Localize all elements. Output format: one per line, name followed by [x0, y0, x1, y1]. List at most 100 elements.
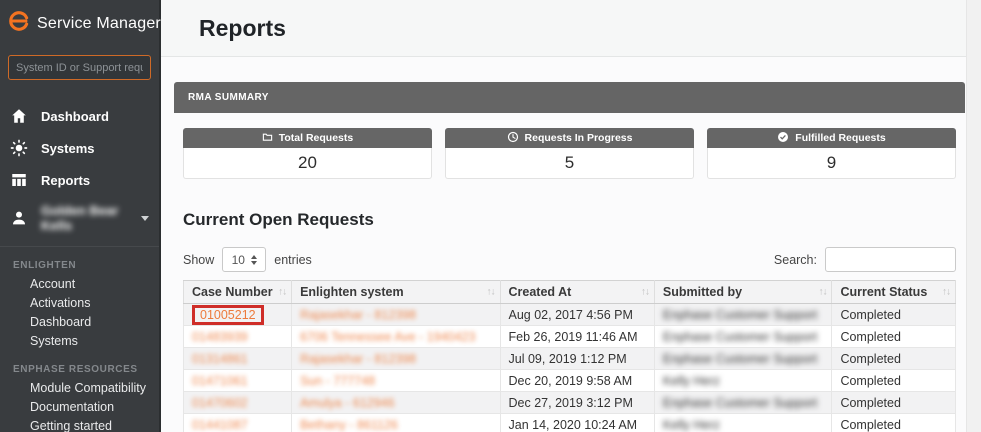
- submitted-by-cell: Kelly Herz: [662, 417, 720, 432]
- card-label: Total Requests: [278, 132, 354, 144]
- enlighten-system-link[interactable]: Rajasekhar - 812398: [300, 352, 416, 366]
- sidebar-item-reports[interactable]: Reports: [0, 164, 159, 196]
- requests-table: Case Number ↑↓ Enlighten system ↑↓ Created…: [182, 280, 956, 432]
- annotation-highlight-box: 01441087: [192, 418, 248, 432]
- sidebar-item-label: Systems: [41, 140, 95, 156]
- reports-icon: [10, 171, 28, 189]
- case-number-link[interactable]: 01005212: [200, 308, 256, 322]
- enlighten-system-link[interactable]: Rajasekhar - 812398: [300, 308, 416, 322]
- case-number-link[interactable]: 01470602: [192, 396, 248, 410]
- page-title: Reports: [199, 14, 286, 41]
- sun-icon: [10, 139, 28, 157]
- case-number-link[interactable]: 01471061: [192, 374, 248, 388]
- user-name: Golden Bear Kells: [41, 203, 119, 233]
- table-row: 01483939 6706 Tennessee Ave - 1940423 Fe…: [182, 325, 956, 348]
- content: RMA SUMMARY Total Requests 20 Requests I…: [161, 57, 981, 432]
- created-at-cell: Jul 09, 2019 1:12 PM: [508, 351, 627, 366]
- system-search-input[interactable]: [8, 55, 151, 80]
- submitted-by-cell: Enphase Customer Support: [662, 395, 818, 410]
- sidebar-item-getting-started[interactable]: Getting started: [0, 417, 159, 432]
- sidebar-item-label: Reports: [41, 172, 91, 188]
- column-header-created-at[interactable]: Created At ↑↓: [499, 280, 655, 304]
- column-header-submitted-by[interactable]: Submitted by ↑↓: [653, 280, 833, 304]
- main-content: Reports RMA SUMMARY Total Requests 20 Re…: [161, 0, 981, 432]
- annotation-highlight-box: 01005212: [192, 304, 264, 325]
- page-size-control: Show 10 entries: [183, 247, 312, 272]
- summary-cards: Total Requests 20 Requests In Progress 5: [183, 128, 956, 179]
- annotation-highlight-box: 01314861: [192, 352, 248, 366]
- sidebar: Service Manager Dashboard Systems Report…: [0, 0, 161, 432]
- created-at-cell: Jan 14, 2020 10:24 AM: [508, 417, 638, 432]
- sidebar-item-activations[interactable]: Activations: [0, 294, 159, 313]
- column-header-case-number[interactable]: Case Number ↑↓: [182, 280, 293, 304]
- sidebar-item-enlighten-dashboard[interactable]: Dashboard: [0, 313, 159, 332]
- enphase-logo-icon: [8, 10, 30, 37]
- sidebar-item-account-menu[interactable]: Golden Bear Kells: [0, 196, 159, 240]
- current-status-cell: Completed: [840, 373, 901, 388]
- section-title: ENLIGHTEN: [13, 260, 77, 271]
- sidebar-section-enlighten: ENLIGHTEN Account Activations Dashboard …: [0, 247, 159, 351]
- column-header-enlighten-system[interactable]: Enlighten system ↑↓: [291, 280, 501, 304]
- enlighten-system-link[interactable]: 6706 Tennessee Ave - 1940423: [300, 330, 475, 344]
- rma-summary-bar: RMA SUMMARY: [174, 82, 965, 113]
- entries-label: entries: [274, 252, 312, 267]
- current-status-cell: Completed: [840, 329, 901, 344]
- sidebar-item-account[interactable]: Account: [0, 275, 159, 294]
- total-requests-card: Total Requests 20: [183, 128, 432, 179]
- sidebar-item-dashboard[interactable]: Dashboard: [0, 100, 159, 132]
- case-number-link[interactable]: 01441087: [192, 418, 248, 432]
- requests-in-progress-card: Requests In Progress 5: [445, 128, 694, 179]
- sidebar-item-systems[interactable]: Systems: [0, 132, 159, 164]
- table-row: 01314861 Rajasekhar - 812398 Jul 09, 201…: [182, 347, 956, 370]
- column-header-current-status[interactable]: Current Status ↑↓: [831, 280, 956, 304]
- card-value: 5: [445, 148, 694, 179]
- annotation-highlight-box: 01483939: [192, 330, 248, 344]
- table-search-input[interactable]: [825, 247, 956, 272]
- created-at-cell: Dec 27, 2019 3:12 PM: [508, 395, 633, 410]
- sidebar-item-documentation[interactable]: Documentation: [0, 398, 159, 417]
- current-status-cell: Completed: [840, 417, 901, 432]
- show-label: Show: [183, 252, 215, 267]
- sidebar-item-enlighten-systems[interactable]: Systems: [0, 332, 159, 351]
- table-row: 01441087 Bethany - 861126 Jan 14, 2020 1…: [182, 413, 956, 432]
- sidebar-item-label: Dashboard: [41, 108, 109, 124]
- sort-icon: ↑↓: [942, 286, 951, 298]
- card-value: 9: [707, 148, 956, 179]
- card-value: 20: [183, 148, 432, 179]
- submitted-by-cell: Enphase Customer Support: [662, 307, 818, 322]
- table-search: Search:: [774, 247, 956, 272]
- section-title: ENPHASE RESOURCES: [13, 364, 138, 375]
- sort-icon: ↑↓: [486, 286, 496, 298]
- home-icon: [10, 107, 28, 125]
- case-number-link[interactable]: 01314861: [192, 352, 248, 366]
- submitted-by-cell: Enphase Customer Support: [662, 329, 818, 344]
- brand-title: Service Manager: [37, 14, 161, 32]
- table-row: 01470602 Amulya - 612946 Dec 27, 2019 3:…: [182, 391, 956, 414]
- check-circle-icon: [777, 131, 789, 146]
- enlighten-system-link[interactable]: Sun - 777748: [300, 374, 375, 388]
- card-label: Fulfilled Requests: [795, 132, 886, 144]
- enlighten-system-link[interactable]: Amulya - 612946: [300, 396, 395, 410]
- clock-history-icon: [507, 131, 519, 146]
- page-size-select[interactable]: 10: [222, 247, 267, 272]
- table-row: 01471061 Sun - 777748 Dec 20, 2019 9:58 …: [182, 369, 956, 392]
- sidebar-search: [0, 41, 159, 80]
- current-open-requests-title: Current Open Requests: [183, 210, 374, 229]
- folder-icon: [262, 131, 273, 145]
- vertical-scrollbar[interactable]: [966, 0, 981, 432]
- current-status-cell: Completed: [840, 307, 901, 322]
- current-status-cell: Completed: [840, 351, 901, 366]
- rma-summary-title: RMA SUMMARY: [188, 92, 269, 103]
- sidebar-item-module-compatibility[interactable]: Module Compatibility: [0, 379, 159, 398]
- fulfilled-requests-card: Fulfilled Requests 9: [707, 128, 956, 179]
- brand[interactable]: Service Manager: [0, 0, 161, 41]
- enlighten-system-link[interactable]: Bethany - 861126: [300, 418, 398, 432]
- case-number-link[interactable]: 01483939: [192, 330, 248, 344]
- sort-icon: ↑↓: [640, 286, 650, 298]
- submitted-by-cell: Kelly Herz: [662, 373, 720, 388]
- sidebar-section-enphase-resources: ENPHASE RESOURCES Module Compatibility D…: [0, 351, 159, 432]
- table-row: 01005212 Rajasekhar - 812398 Aug 02, 201…: [182, 303, 956, 326]
- person-icon: [10, 209, 28, 227]
- page-header: Reports: [161, 0, 981, 57]
- current-status-cell: Completed: [840, 395, 901, 410]
